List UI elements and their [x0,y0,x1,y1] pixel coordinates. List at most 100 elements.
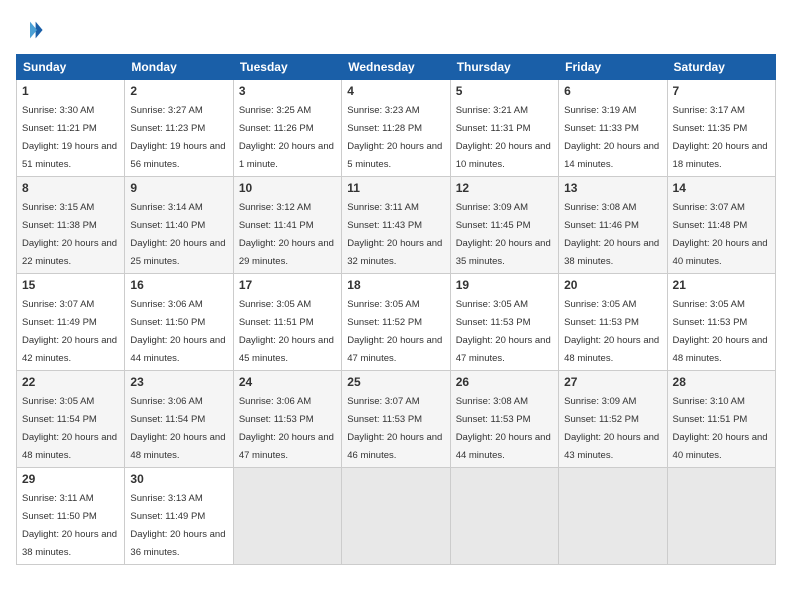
calendar-cell: 17 Sunrise: 3:05 AMSunset: 11:51 PMDayli… [233,274,341,371]
weekday-header-friday: Friday [559,55,667,80]
day-info: Sunrise: 3:21 AMSunset: 11:31 PMDaylight… [456,105,551,170]
day-info: Sunrise: 3:05 AMSunset: 11:53 PMDaylight… [673,299,768,364]
day-number: 1 [22,84,119,98]
calendar-cell: 20 Sunrise: 3:05 AMSunset: 11:53 PMDayli… [559,274,667,371]
day-info: Sunrise: 3:07 AMSunset: 11:48 PMDaylight… [673,202,768,267]
calendar-cell: 6 Sunrise: 3:19 AMSunset: 11:33 PMDaylig… [559,80,667,177]
day-number: 22 [22,375,119,389]
calendar-cell: 2 Sunrise: 3:27 AMSunset: 11:23 PMDaylig… [125,80,233,177]
calendar-cell: 3 Sunrise: 3:25 AMSunset: 11:26 PMDaylig… [233,80,341,177]
calendar-cell: 7 Sunrise: 3:17 AMSunset: 11:35 PMDaylig… [667,80,775,177]
weekday-header-sunday: Sunday [17,55,125,80]
weekday-header-saturday: Saturday [667,55,775,80]
calendar-cell: 22 Sunrise: 3:05 AMSunset: 11:54 PMDayli… [17,371,125,468]
calendar-cell: 18 Sunrise: 3:05 AMSunset: 11:52 PMDayli… [342,274,450,371]
calendar-cell [233,468,341,565]
day-number: 9 [130,181,227,195]
day-number: 14 [673,181,770,195]
calendar-cell [667,468,775,565]
calendar-cell: 12 Sunrise: 3:09 AMSunset: 11:45 PMDayli… [450,177,558,274]
day-number: 26 [456,375,553,389]
calendar-cell: 5 Sunrise: 3:21 AMSunset: 11:31 PMDaylig… [450,80,558,177]
day-number: 27 [564,375,661,389]
calendar-cell: 11 Sunrise: 3:11 AMSunset: 11:43 PMDayli… [342,177,450,274]
day-number: 6 [564,84,661,98]
day-number: 10 [239,181,336,195]
day-info: Sunrise: 3:27 AMSunset: 11:23 PMDaylight… [130,105,225,170]
calendar-cell: 15 Sunrise: 3:07 AMSunset: 11:49 PMDayli… [17,274,125,371]
weekday-header-monday: Monday [125,55,233,80]
day-info: Sunrise: 3:14 AMSunset: 11:40 PMDaylight… [130,202,225,267]
calendar-week-row: 1 Sunrise: 3:30 AMSunset: 11:21 PMDaylig… [17,80,776,177]
calendar-cell: 27 Sunrise: 3:09 AMSunset: 11:52 PMDayli… [559,371,667,468]
calendar-week-row: 22 Sunrise: 3:05 AMSunset: 11:54 PMDayli… [17,371,776,468]
day-number: 11 [347,181,444,195]
day-info: Sunrise: 3:07 AMSunset: 11:53 PMDaylight… [347,396,442,461]
calendar-cell: 24 Sunrise: 3:06 AMSunset: 11:53 PMDayli… [233,371,341,468]
calendar-cell: 13 Sunrise: 3:08 AMSunset: 11:46 PMDayli… [559,177,667,274]
weekday-header-tuesday: Tuesday [233,55,341,80]
calendar-cell: 1 Sunrise: 3:30 AMSunset: 11:21 PMDaylig… [17,80,125,177]
calendar-cell: 26 Sunrise: 3:08 AMSunset: 11:53 PMDayli… [450,371,558,468]
day-info: Sunrise: 3:12 AMSunset: 11:41 PMDaylight… [239,202,334,267]
calendar-cell: 8 Sunrise: 3:15 AMSunset: 11:38 PMDaylig… [17,177,125,274]
calendar-cell [450,468,558,565]
calendar-week-row: 8 Sunrise: 3:15 AMSunset: 11:38 PMDaylig… [17,177,776,274]
day-number: 20 [564,278,661,292]
day-number: 8 [22,181,119,195]
day-number: 21 [673,278,770,292]
day-info: Sunrise: 3:07 AMSunset: 11:49 PMDaylight… [22,299,117,364]
calendar-cell: 29 Sunrise: 3:11 AMSunset: 11:50 PMDayli… [17,468,125,565]
day-info: Sunrise: 3:06 AMSunset: 11:54 PMDaylight… [130,396,225,461]
day-info: Sunrise: 3:05 AMSunset: 11:52 PMDaylight… [347,299,442,364]
calendar-cell: 16 Sunrise: 3:06 AMSunset: 11:50 PMDayli… [125,274,233,371]
day-number: 13 [564,181,661,195]
day-number: 18 [347,278,444,292]
day-number: 29 [22,472,119,486]
day-number: 30 [130,472,227,486]
day-info: Sunrise: 3:11 AMSunset: 11:50 PMDaylight… [22,493,117,558]
day-number: 4 [347,84,444,98]
day-number: 15 [22,278,119,292]
day-info: Sunrise: 3:10 AMSunset: 11:51 PMDaylight… [673,396,768,461]
day-info: Sunrise: 3:05 AMSunset: 11:51 PMDaylight… [239,299,334,364]
day-info: Sunrise: 3:05 AMSunset: 11:54 PMDaylight… [22,396,117,461]
logo-icon [16,16,44,44]
day-info: Sunrise: 3:23 AMSunset: 11:28 PMDaylight… [347,105,442,170]
day-number: 23 [130,375,227,389]
calendar-cell: 28 Sunrise: 3:10 AMSunset: 11:51 PMDayli… [667,371,775,468]
page-header [16,16,776,44]
day-number: 5 [456,84,553,98]
day-info: Sunrise: 3:06 AMSunset: 11:53 PMDaylight… [239,396,334,461]
calendar-cell [342,468,450,565]
day-number: 24 [239,375,336,389]
calendar-cell: 10 Sunrise: 3:12 AMSunset: 11:41 PMDayli… [233,177,341,274]
calendar-cell: 4 Sunrise: 3:23 AMSunset: 11:28 PMDaylig… [342,80,450,177]
day-number: 2 [130,84,227,98]
day-info: Sunrise: 3:11 AMSunset: 11:43 PMDaylight… [347,202,442,267]
day-info: Sunrise: 3:05 AMSunset: 11:53 PMDaylight… [564,299,659,364]
calendar-cell: 14 Sunrise: 3:07 AMSunset: 11:48 PMDayli… [667,177,775,274]
day-number: 17 [239,278,336,292]
day-info: Sunrise: 3:13 AMSunset: 11:49 PMDaylight… [130,493,225,558]
calendar-cell: 30 Sunrise: 3:13 AMSunset: 11:49 PMDayli… [125,468,233,565]
day-number: 3 [239,84,336,98]
calendar-cell: 21 Sunrise: 3:05 AMSunset: 11:53 PMDayli… [667,274,775,371]
day-info: Sunrise: 3:30 AMSunset: 11:21 PMDaylight… [22,105,117,170]
calendar-week-row: 29 Sunrise: 3:11 AMSunset: 11:50 PMDayli… [17,468,776,565]
calendar-cell [559,468,667,565]
day-info: Sunrise: 3:09 AMSunset: 11:52 PMDaylight… [564,396,659,461]
day-info: Sunrise: 3:17 AMSunset: 11:35 PMDaylight… [673,105,768,170]
weekday-header-thursday: Thursday [450,55,558,80]
calendar-cell: 19 Sunrise: 3:05 AMSunset: 11:53 PMDayli… [450,274,558,371]
day-info: Sunrise: 3:08 AMSunset: 11:53 PMDaylight… [456,396,551,461]
day-info: Sunrise: 3:06 AMSunset: 11:50 PMDaylight… [130,299,225,364]
day-info: Sunrise: 3:15 AMSunset: 11:38 PMDaylight… [22,202,117,267]
day-number: 28 [673,375,770,389]
day-number: 25 [347,375,444,389]
day-number: 7 [673,84,770,98]
calendar-cell: 9 Sunrise: 3:14 AMSunset: 11:40 PMDaylig… [125,177,233,274]
day-info: Sunrise: 3:08 AMSunset: 11:46 PMDaylight… [564,202,659,267]
day-info: Sunrise: 3:05 AMSunset: 11:53 PMDaylight… [456,299,551,364]
day-info: Sunrise: 3:25 AMSunset: 11:26 PMDaylight… [239,105,334,170]
